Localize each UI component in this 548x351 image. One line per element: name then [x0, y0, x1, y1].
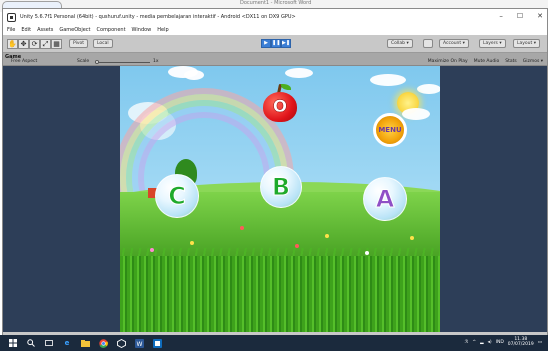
play-controls: ▶ ❚❚ ▶❚: [261, 39, 291, 48]
flower: [325, 234, 329, 238]
cloud: [417, 84, 440, 94]
cloud-icon[interactable]: [423, 39, 433, 48]
game-options: Maximize On Play Mute Audio Stats Gizmos…: [428, 59, 543, 64]
game-scene[interactable]: O MENU C B A: [120, 66, 440, 332]
menu-button-label: MENU: [378, 126, 402, 134]
word-icon[interactable]: W: [134, 338, 144, 348]
game-viewport[interactable]: O MENU C B A: [3, 66, 547, 332]
cloud: [370, 74, 406, 86]
layout-dropdown[interactable]: Layout ▾: [513, 39, 540, 48]
game-toolbar: Free Aspect Scale 1x Maximize On Play Mu…: [3, 59, 547, 66]
scale-label: Scale: [77, 59, 90, 64]
edge-icon[interactable]: e: [62, 338, 72, 348]
flower: [150, 248, 154, 252]
windows-taskbar: e W ℛ ^ ▂ ◂) IND 11.38 07/07/2019 ▭: [0, 335, 548, 351]
chrome-icon[interactable]: [98, 338, 108, 348]
hand-tool-button[interactable]: ✋: [7, 39, 18, 49]
unity-window: Unity 5.6.7f1 Personal (64bit) - qushuru…: [2, 8, 548, 336]
flower: [365, 251, 369, 255]
transform-tools: ✋ ✥ ⟳ ⤢ ▦: [7, 39, 62, 49]
grass: [120, 256, 440, 332]
close-button[interactable]: ✕: [537, 12, 543, 20]
windows-icon[interactable]: [8, 338, 18, 348]
flower: [295, 244, 299, 248]
scale-value: 1x: [153, 59, 159, 64]
letter-bubble-a[interactable]: A: [363, 177, 407, 221]
scale-tool-button[interactable]: ⤢: [40, 39, 51, 49]
explorer-icon[interactable]: [80, 338, 90, 348]
apple-letter: O: [272, 97, 288, 118]
pivot-toggle[interactable]: Pivot: [69, 39, 89, 48]
flower: [410, 236, 414, 240]
scale-slider-handle[interactable]: [95, 60, 99, 64]
menu-window[interactable]: Window: [132, 27, 152, 33]
svg-text:W: W: [136, 341, 142, 348]
volume-icon[interactable]: ◂): [488, 340, 492, 345]
menu-gameobject[interactable]: GameObject: [59, 27, 90, 33]
window-controls: – ☐ ✕: [499, 12, 543, 20]
bubble-letter: A: [375, 185, 395, 214]
aspect-dropdown[interactable]: Free Aspect: [11, 59, 37, 64]
rect-tool-button[interactable]: ▦: [51, 39, 62, 49]
cloud: [285, 68, 313, 78]
task-view-icon[interactable]: [44, 338, 54, 348]
search-icon[interactable]: [26, 338, 36, 348]
stats-toggle[interactable]: Stats: [505, 59, 517, 64]
word-title: Document1 - Microsoft Word: [240, 0, 312, 6]
menu-assets[interactable]: Assets: [37, 27, 53, 33]
unity-icon[interactable]: [116, 338, 126, 348]
menu-edit[interactable]: Edit: [21, 27, 31, 33]
account-dropdown[interactable]: Account ▾: [439, 39, 469, 48]
unity-logo-icon: [7, 12, 16, 22]
letter-bubble-c[interactable]: C: [155, 174, 199, 218]
notification-icon[interactable]: ▭: [538, 340, 542, 345]
photos-icon[interactable]: [152, 338, 162, 348]
collab-dropdown[interactable]: Collab ▾: [387, 39, 413, 48]
language-indicator[interactable]: IND: [496, 340, 504, 345]
menu-component[interactable]: Component: [97, 27, 126, 33]
clock-date: 07/07/2019: [507, 342, 534, 347]
menu-help[interactable]: Help: [157, 27, 168, 33]
local-toggle[interactable]: Local: [93, 39, 113, 48]
title-bar: Unity 5.6.7f1 Personal (64bit) - qushuru…: [3, 9, 547, 25]
people-icon[interactable]: ℛ: [465, 340, 469, 345]
flower: [190, 241, 194, 245]
cloud: [402, 108, 430, 120]
move-tool-button[interactable]: ✥: [18, 39, 29, 49]
minimize-button[interactable]: –: [499, 12, 503, 20]
clock[interactable]: 11.38 07/07/2019: [508, 337, 534, 347]
network-icon[interactable]: ▂: [480, 340, 483, 345]
chevron-up-icon[interactable]: ^: [472, 340, 476, 345]
step-button[interactable]: ▶❚: [281, 39, 291, 48]
flower: [240, 226, 244, 230]
letter-bubble-b[interactable]: B: [260, 166, 302, 208]
menu-bar: File Edit Assets GameObject Component Wi…: [3, 25, 547, 35]
system-tray: ℛ ^ ▂ ◂) IND 11.38 07/07/2019 ▭: [465, 337, 542, 347]
gizmos-dropdown[interactable]: Gizmos ▾: [523, 59, 543, 64]
scale-slider[interactable]: [95, 62, 150, 63]
maximize-on-play-toggle[interactable]: Maximize On Play: [428, 59, 468, 64]
main-toolbar: ✋ ✥ ⟳ ⤢ ▦ Pivot Local ▶ ❚❚ ▶❚ Collab ▾ A…: [3, 35, 547, 53]
bubble-letter: C: [168, 182, 187, 211]
play-button[interactable]: ▶: [261, 39, 271, 48]
menu-button[interactable]: MENU: [373, 113, 407, 147]
bubble-letter: B: [271, 173, 291, 202]
cloud: [184, 70, 204, 80]
pause-button[interactable]: ❚❚: [271, 39, 281, 48]
apple-letter-target: O: [263, 92, 297, 122]
rotate-tool-button[interactable]: ⟳: [29, 39, 40, 49]
layers-dropdown[interactable]: Layers ▾: [479, 39, 506, 48]
maximize-button[interactable]: ☐: [517, 12, 523, 20]
menu-file[interactable]: File: [7, 27, 15, 33]
window-title: Unity 5.6.7f1 Personal (64bit) - qushuru…: [20, 14, 296, 20]
mute-audio-toggle[interactable]: Mute Audio: [474, 59, 500, 64]
